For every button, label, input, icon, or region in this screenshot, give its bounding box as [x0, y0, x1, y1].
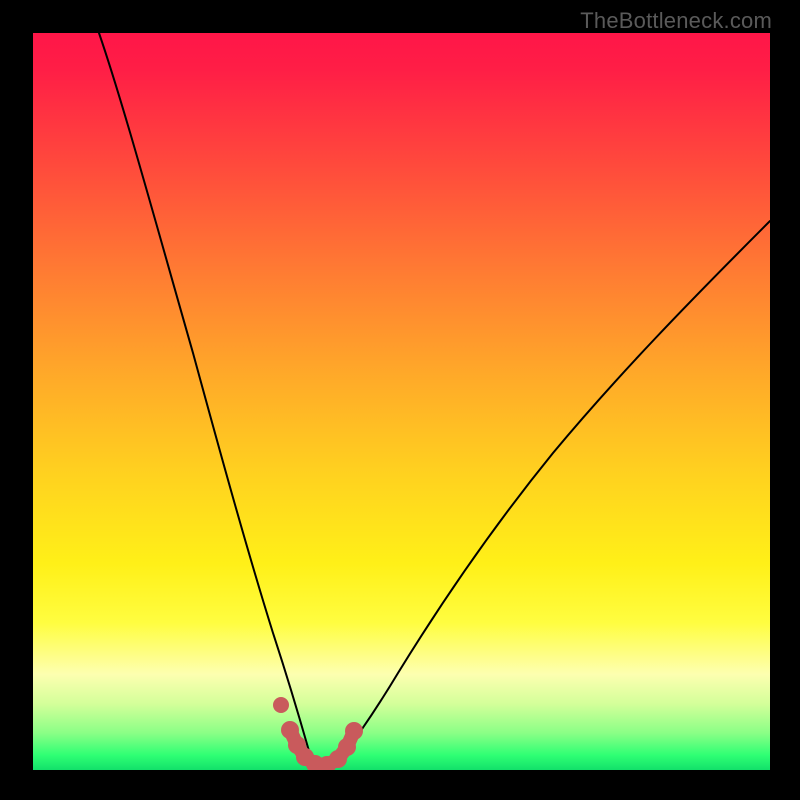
curve-right-branch [333, 221, 770, 769]
plot-area [33, 33, 770, 770]
chart-frame: TheBottleneck.com [0, 0, 800, 800]
curve-left-branch [99, 33, 316, 769]
marker-point [338, 738, 356, 756]
marker-dot-outlier [273, 697, 289, 713]
marker-valley-points [281, 721, 363, 770]
watermark-text: TheBottleneck.com [580, 8, 772, 34]
marker-point [345, 722, 363, 740]
chart-canvas [33, 33, 770, 770]
